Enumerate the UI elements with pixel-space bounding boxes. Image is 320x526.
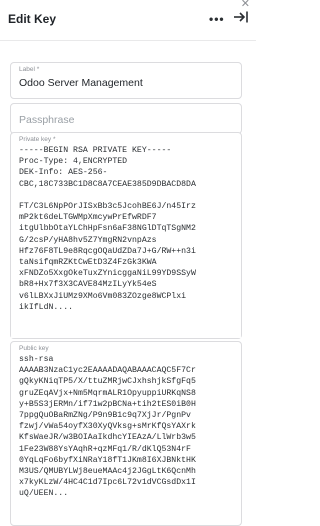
more-options-icon[interactable]: •••	[209, 12, 225, 26]
label-field-value[interactable]: Odoo Server Management	[19, 77, 143, 89]
private-key-field[interactable]: Private key * -----BEGIN RSA PRIVATE KEY…	[10, 132, 242, 339]
private-key-textarea[interactable]: -----BEGIN RSA PRIVATE KEY----- Proc-Typ…	[19, 145, 235, 338]
label-field[interactable]: Label * Odoo Server Management	[10, 62, 242, 99]
edit-key-panel: Edit Key ✕ ••• Label * Odoo Server Manag…	[0, 0, 256, 526]
public-key-label: Public key	[19, 345, 49, 352]
collapse-panel-icon[interactable]	[233, 10, 249, 24]
private-key-label: Private key *	[19, 136, 56, 143]
private-key-fade	[11, 324, 241, 338]
passphrase-placeholder[interactable]: Passphrase	[19, 114, 74, 126]
close-icon[interactable]: ✕	[241, 0, 250, 10]
label-field-label: Label *	[19, 66, 40, 73]
public-key-textarea[interactable]: ssh-rsa AAAAB3NzaC1yc2EAAAADAQABAAACAQC5…	[19, 354, 235, 525]
panel-header: Edit Key ✕ •••	[0, 0, 256, 41]
passphrase-field[interactable]: Passphrase	[10, 103, 242, 134]
panel-title: Edit Key	[8, 12, 57, 26]
public-key-field[interactable]: Public key ssh-rsa AAAAB3NzaC1yc2EAAAADA…	[10, 341, 242, 526]
